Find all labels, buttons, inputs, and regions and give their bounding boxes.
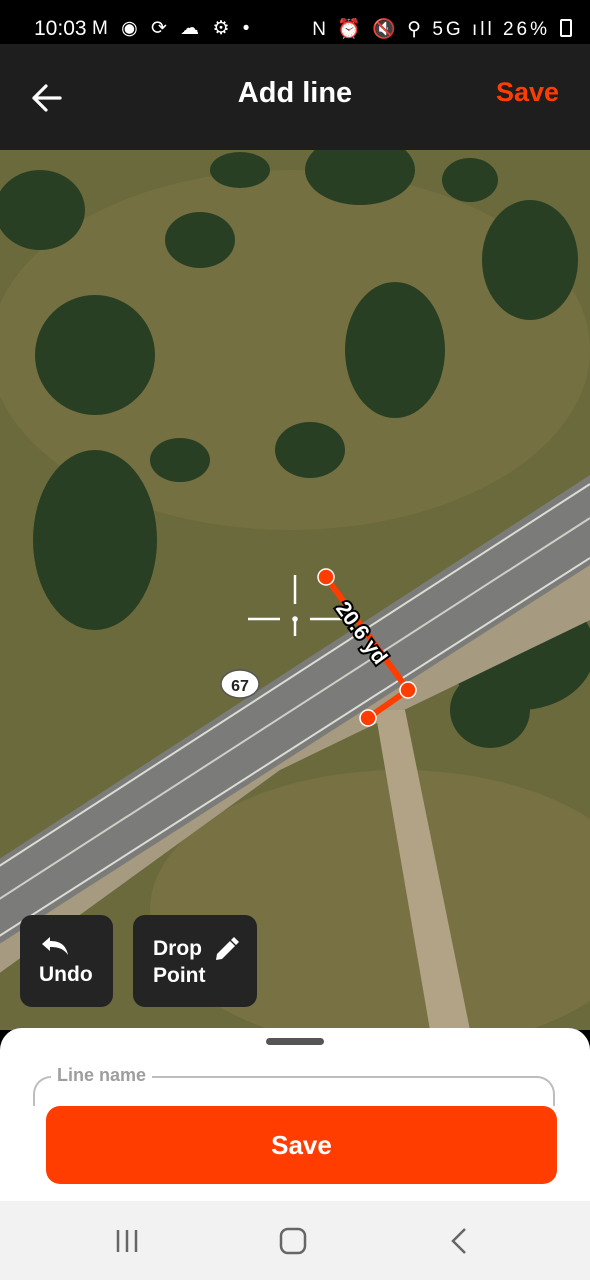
line-name-field[interactable]: Line name — [33, 1065, 555, 1106]
line-point[interactable] — [399, 681, 417, 699]
back-icon[interactable] — [439, 1225, 479, 1257]
status-right: N ⏰ 🔇 ⚲ 5G ıll 26% — [312, 17, 550, 41]
battery-icon — [560, 19, 572, 37]
top-app-bar: Add line Save — [0, 44, 590, 150]
line-point[interactable] — [359, 709, 377, 727]
undo-icon — [42, 937, 68, 955]
line-point[interactable] — [317, 568, 335, 586]
point-label: Point — [153, 964, 206, 987]
system-icons: N ⏰ 🔇 ⚲ 5G ıll — [312, 19, 495, 40]
system-nav-bar — [0, 1201, 590, 1280]
satellite-map[interactable]: 67 20.6 yd — [0, 150, 590, 1030]
header-save-button[interactable]: Save — [496, 77, 559, 108]
home-icon[interactable] — [273, 1225, 313, 1257]
undo-label: Undo — [39, 963, 93, 986]
map-canvas[interactable]: 67 20.6 yd — [0, 150, 590, 1030]
drop-label: Drop — [153, 937, 202, 960]
notification-icons: M ◉ ⟳ ☁ ⚙ • — [92, 18, 254, 39]
bottom-sheet: Line name Save — [0, 1028, 590, 1201]
save-button[interactable]: Save — [46, 1106, 557, 1184]
undo-button[interactable]: Undo — [20, 915, 113, 1007]
drop-point-button[interactable]: Drop Point — [133, 915, 257, 1007]
battery-percent: 26% — [502, 19, 550, 40]
line-name-label: Line name — [51, 1065, 153, 1086]
recent-apps-icon[interactable] — [107, 1225, 147, 1257]
status-time: 10:03 — [34, 17, 87, 40]
route-label: 67 — [231, 678, 249, 695]
pencil-icon — [216, 937, 239, 960]
sheet-drag-handle[interactable] — [266, 1038, 324, 1045]
